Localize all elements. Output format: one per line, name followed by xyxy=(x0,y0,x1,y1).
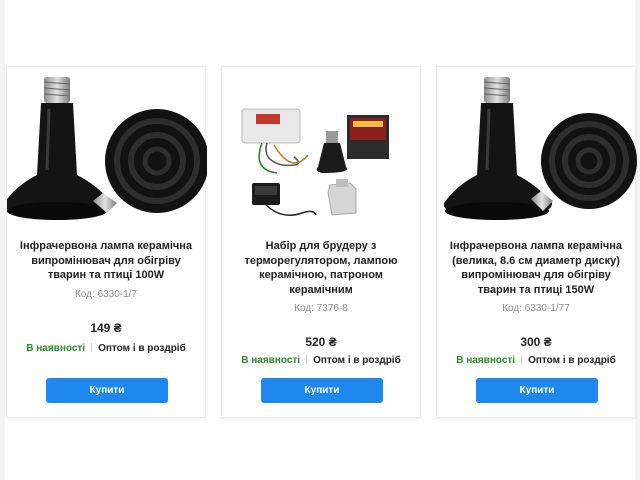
buy-button[interactable]: Купити xyxy=(476,378,598,403)
divider xyxy=(91,343,93,352)
sale-type-label: Оптом і в роздріб xyxy=(98,343,186,354)
availability-row: В наявності Оптом і в роздріб xyxy=(222,355,420,366)
product-card[interactable]: Інфрачервона лампа керамічна випромінюва… xyxy=(6,66,207,418)
product-title[interactable]: Інфрачервона лампа керамічна (велика, 8.… xyxy=(445,239,627,297)
buy-button[interactable]: Купити xyxy=(261,378,383,403)
availability-row: В наявності Оптом і в роздріб xyxy=(437,355,635,366)
sale-type-label: Оптом і в роздріб xyxy=(313,355,401,366)
availability-row: В наявності Оптом і в роздріб xyxy=(7,343,205,354)
product-price: 149 ₴ xyxy=(90,321,122,335)
ceramic-heat-lamp-icon[interactable] xyxy=(7,75,207,225)
product-price: 520 ₴ xyxy=(305,335,337,349)
brooder-kit-icon[interactable] xyxy=(222,75,422,225)
page-left-gutter xyxy=(0,0,5,480)
divider xyxy=(521,355,523,364)
product-card[interactable]: Набір для брудеру з терморегулятором, ла… xyxy=(221,66,421,418)
sale-type-label: Оптом і в роздріб xyxy=(528,355,616,366)
in-stock-label: В наявності xyxy=(456,355,516,366)
product-card[interactable]: Інфрачервона лампа керамічна (велика, 8.… xyxy=(436,66,637,418)
ceramic-heat-lamp-icon[interactable] xyxy=(437,75,637,225)
divider xyxy=(306,355,308,364)
buy-button[interactable]: Купити xyxy=(46,378,168,403)
product-code: Код: 6330-1/77 xyxy=(502,303,570,314)
in-stock-label: В наявності xyxy=(26,343,86,354)
in-stock-label: В наявності xyxy=(241,355,301,366)
product-title[interactable]: Інфрачервона лампа керамічна випромінюва… xyxy=(15,239,197,283)
product-title[interactable]: Набір для брудеру з терморегулятором, ла… xyxy=(230,239,412,297)
product-code: Код: 7376-8 xyxy=(294,303,348,314)
product-code: Код: 6330-1/7 xyxy=(74,289,138,300)
product-price: 300 ₴ xyxy=(520,335,552,349)
